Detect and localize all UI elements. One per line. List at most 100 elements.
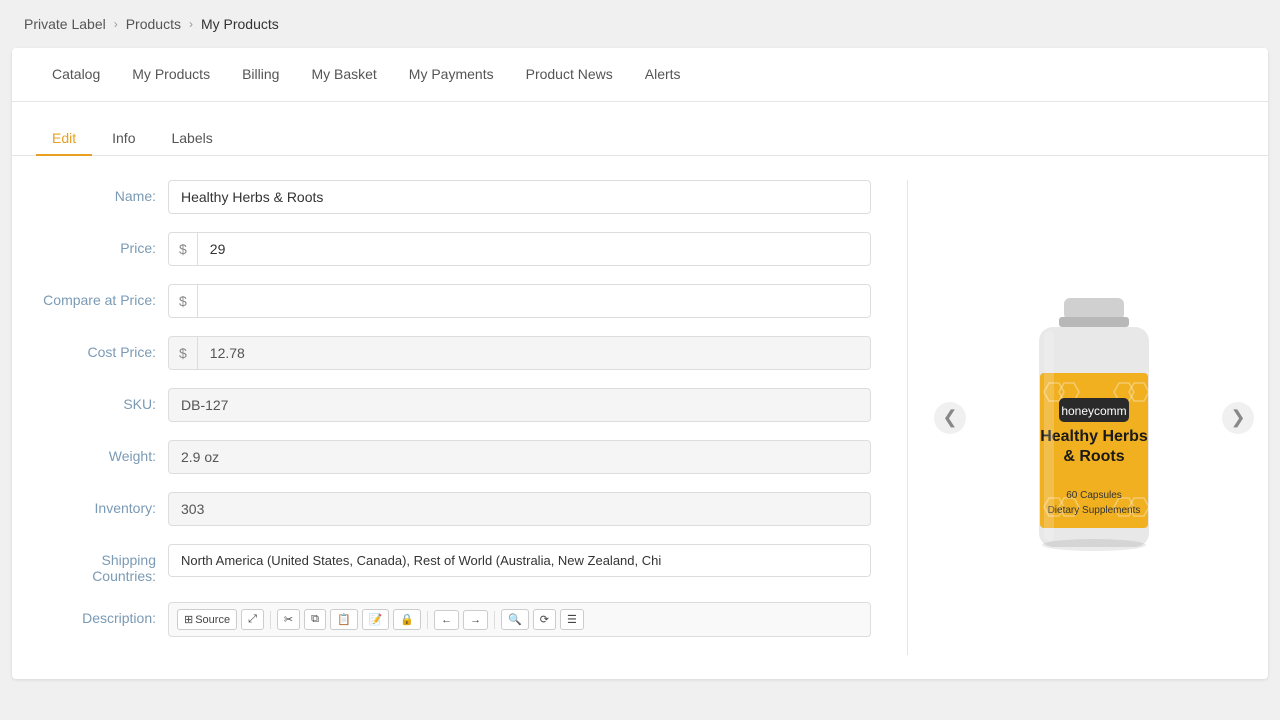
tab-info[interactable]: Info: [96, 122, 151, 156]
description-label: Description:: [36, 602, 156, 626]
nav-billing[interactable]: Billing: [226, 48, 295, 102]
description-toolbar-wrap: ⊞ Source ⤢ ✂ ⧉ 📋 📝 🔒 ← →: [168, 602, 871, 637]
toolbar-paste-btn[interactable]: 📋: [330, 609, 358, 630]
compare-prefix-wrap: $: [168, 284, 871, 318]
breadcrumb: Private Label › Products › My Products: [0, 0, 1280, 48]
image-prev-btn[interactable]: ❮: [934, 402, 966, 434]
price-input-wrap: $: [168, 232, 871, 266]
shipping-input[interactable]: [168, 544, 871, 577]
toolbar-sep-2: [427, 611, 428, 629]
undo-icon: ←: [441, 614, 452, 626]
price-label: Price:: [36, 232, 156, 256]
sku-row: SKU:: [36, 388, 871, 422]
cost-prefix: $: [169, 337, 198, 369]
paste-icon: 📋: [337, 613, 351, 626]
inventory-input: [168, 492, 871, 526]
inventory-row: Inventory:: [36, 492, 871, 526]
nav-alerts[interactable]: Alerts: [629, 48, 697, 102]
inventory-input-wrap: [168, 492, 871, 526]
breadcrumb-sep-1: ›: [114, 17, 118, 31]
cost-label: Cost Price:: [36, 336, 156, 360]
price-input[interactable]: [198, 233, 870, 265]
cost-input-wrap: $: [168, 336, 871, 370]
toolbar-source-btn[interactable]: ⊞ Source: [177, 609, 237, 630]
top-nav: Catalog My Products Billing My Basket My…: [12, 48, 1268, 102]
toolbar-redo-btn[interactable]: →: [463, 610, 488, 630]
tab-labels[interactable]: Labels: [155, 122, 228, 156]
price-prefix-wrap: $: [168, 232, 871, 266]
redo-icon: →: [470, 614, 481, 626]
weight-label: Weight:: [36, 440, 156, 464]
cut-icon: ✂: [284, 613, 293, 626]
weight-input: [168, 440, 871, 474]
name-input-wrap: [168, 180, 871, 214]
form-section: Name: Price: $ Compare at Price:: [36, 180, 871, 655]
svg-text:& Roots: & Roots: [1063, 448, 1124, 465]
breadcrumb-products[interactable]: Products: [126, 16, 181, 32]
sku-label: SKU:: [36, 388, 156, 412]
shipping-label: Shipping Countries:: [36, 544, 156, 584]
cost-row: Cost Price: $: [36, 336, 871, 370]
svg-text:Healthy Herbs: Healthy Herbs: [1040, 428, 1148, 445]
compare-input[interactable]: [198, 285, 870, 317]
weight-input-wrap: [168, 440, 871, 474]
source-icon: ⊞: [184, 613, 193, 626]
image-section: ❮: [944, 180, 1244, 655]
description-row: Description: ⊞ Source ⤢ ✂ ⧉ 📋 📝 🔒: [36, 602, 871, 637]
toolbar-select-all-btn[interactable]: ☰: [560, 609, 584, 630]
toolbar-undo-btn[interactable]: ←: [434, 610, 459, 630]
breadcrumb-sep-2: ›: [189, 17, 193, 31]
toolbar-find-btn[interactable]: 🔍: [501, 609, 529, 630]
sub-tabs: Edit Info Labels: [12, 102, 1268, 156]
name-input[interactable]: [168, 180, 871, 214]
chevron-left-icon: ❮: [942, 407, 957, 428]
compare-input-wrap: $: [168, 284, 871, 318]
name-row: Name:: [36, 180, 871, 214]
chevron-right-icon: ❯: [1230, 407, 1245, 428]
source-label: Source: [195, 614, 230, 626]
weight-row: Weight:: [36, 440, 871, 474]
nav-catalog[interactable]: Catalog: [36, 48, 116, 102]
find-icon: 🔍: [508, 613, 522, 626]
cost-prefix-wrap: $: [168, 336, 871, 370]
description-toolbar: ⊞ Source ⤢ ✂ ⧉ 📋 📝 🔒 ← →: [168, 602, 871, 637]
breadcrumb-private-label[interactable]: Private Label: [24, 16, 106, 32]
select-all-icon: ☰: [567, 613, 577, 626]
image-next-btn[interactable]: ❯: [1222, 402, 1254, 434]
shipping-input-wrap: [168, 544, 871, 577]
toolbar-replace-btn[interactable]: ⟳: [533, 609, 556, 630]
inventory-label: Inventory:: [36, 492, 156, 516]
nav-my-payments[interactable]: My Payments: [393, 48, 510, 102]
vertical-divider: [907, 180, 908, 655]
toolbar-paste-word-btn[interactable]: 🔒: [393, 609, 421, 630]
toolbar-copy-btn[interactable]: ⧉: [304, 609, 326, 630]
expand-icon: ⤢: [248, 613, 257, 626]
svg-text:Dietary Supplements: Dietary Supplements: [1048, 505, 1141, 516]
product-bottle-svg: honeycomm Healthy Herbs & Roots 60 Capsu…: [994, 293, 1194, 563]
price-row: Price: $: [36, 232, 871, 266]
tab-edit[interactable]: Edit: [36, 122, 92, 156]
paste-word-icon: 🔒: [400, 613, 414, 626]
shipping-row: Shipping Countries:: [36, 544, 871, 584]
main-card: Catalog My Products Billing My Basket My…: [12, 48, 1268, 679]
toolbar-paste-text-btn[interactable]: 📝: [362, 609, 390, 630]
svg-text:60 Capsules: 60 Capsules: [1066, 490, 1122, 501]
toolbar-cut-btn[interactable]: ✂: [277, 609, 300, 630]
replace-icon: ⟳: [540, 613, 549, 626]
nav-product-news[interactable]: Product News: [510, 48, 629, 102]
nav-my-basket[interactable]: My Basket: [295, 48, 392, 102]
nav-my-products[interactable]: My Products: [116, 48, 226, 102]
sku-input: [168, 388, 871, 422]
toolbar-expand-btn[interactable]: ⤢: [241, 609, 264, 630]
cost-input: [198, 337, 870, 369]
toolbar-sep-3: [494, 611, 495, 629]
svg-text:honeycomm: honeycomm: [1061, 404, 1126, 418]
toolbar-sep-1: [270, 611, 271, 629]
name-label: Name:: [36, 180, 156, 204]
breadcrumb-my-products: My Products: [201, 16, 279, 32]
paste-text-icon: 📝: [369, 613, 383, 626]
sku-input-wrap: [168, 388, 871, 422]
compare-row: Compare at Price: $: [36, 284, 871, 318]
price-prefix: $: [169, 233, 198, 265]
compare-prefix: $: [169, 285, 198, 317]
